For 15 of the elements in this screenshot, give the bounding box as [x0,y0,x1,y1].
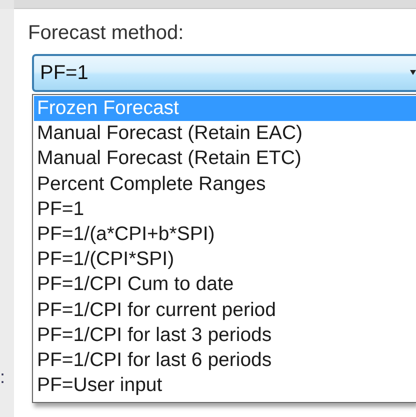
forecast-method-dropdown[interactable]: PF=1 [32,54,416,92]
dropdown-option[interactable]: PF=1/CPI for last 3 periods [34,322,416,348]
field-label: Forecast method: [28,21,185,45]
dropdown-option[interactable]: PF=1/CPI for last 6 periods [34,348,416,374]
dropdown-option[interactable]: PF=1/CPI Cum to date [34,272,416,298]
dropdown-option[interactable]: Percent Complete Ranges [34,172,416,197]
caret-icon [410,70,416,76]
dropdown-option[interactable]: PF=User input [34,373,416,398]
dropdown-option[interactable]: PF=1/(CPI*SPI) [34,247,416,272]
partial-text: : [0,367,6,387]
dropdown-option[interactable]: PF=1 [34,196,416,222]
dropdown-option[interactable]: Manual Forecast (Retain ETC) [34,146,416,172]
dropdown-option[interactable]: PF=1/(a*CPI+b*SPI) [34,222,416,248]
dropdown-option[interactable]: Manual Forecast (Retain EAC) [34,121,416,146]
dropdown-option[interactable]: PF=1/CPI for current period [34,298,416,323]
